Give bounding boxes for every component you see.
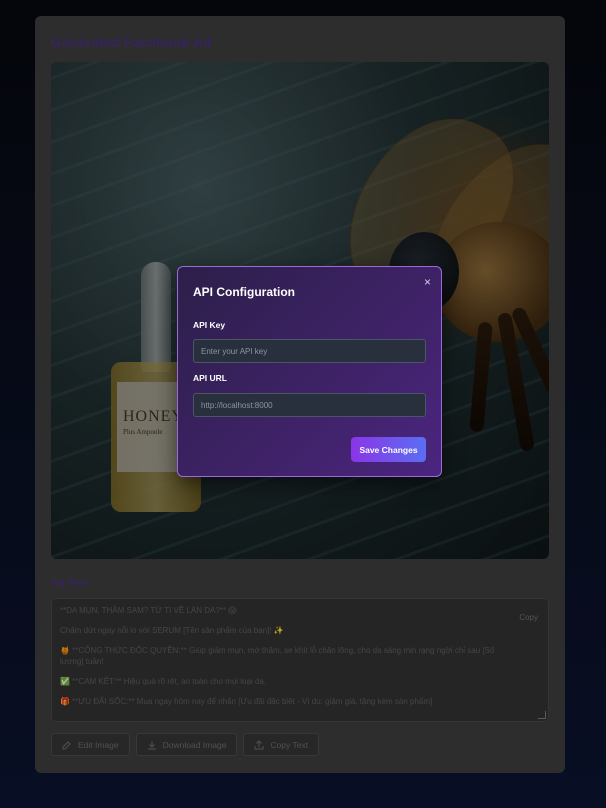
close-icon[interactable]: × [424, 275, 431, 289]
api-key-input[interactable] [193, 339, 426, 363]
save-changes-button[interactable]: Save Changes [351, 437, 426, 462]
api-url-label: API URL [193, 373, 227, 383]
api-config-modal: × API Configuration API Key API URL Save… [177, 266, 442, 477]
api-key-label: API Key [193, 320, 226, 330]
modal-title: API Configuration [193, 285, 295, 299]
api-url-input[interactable] [193, 393, 426, 417]
